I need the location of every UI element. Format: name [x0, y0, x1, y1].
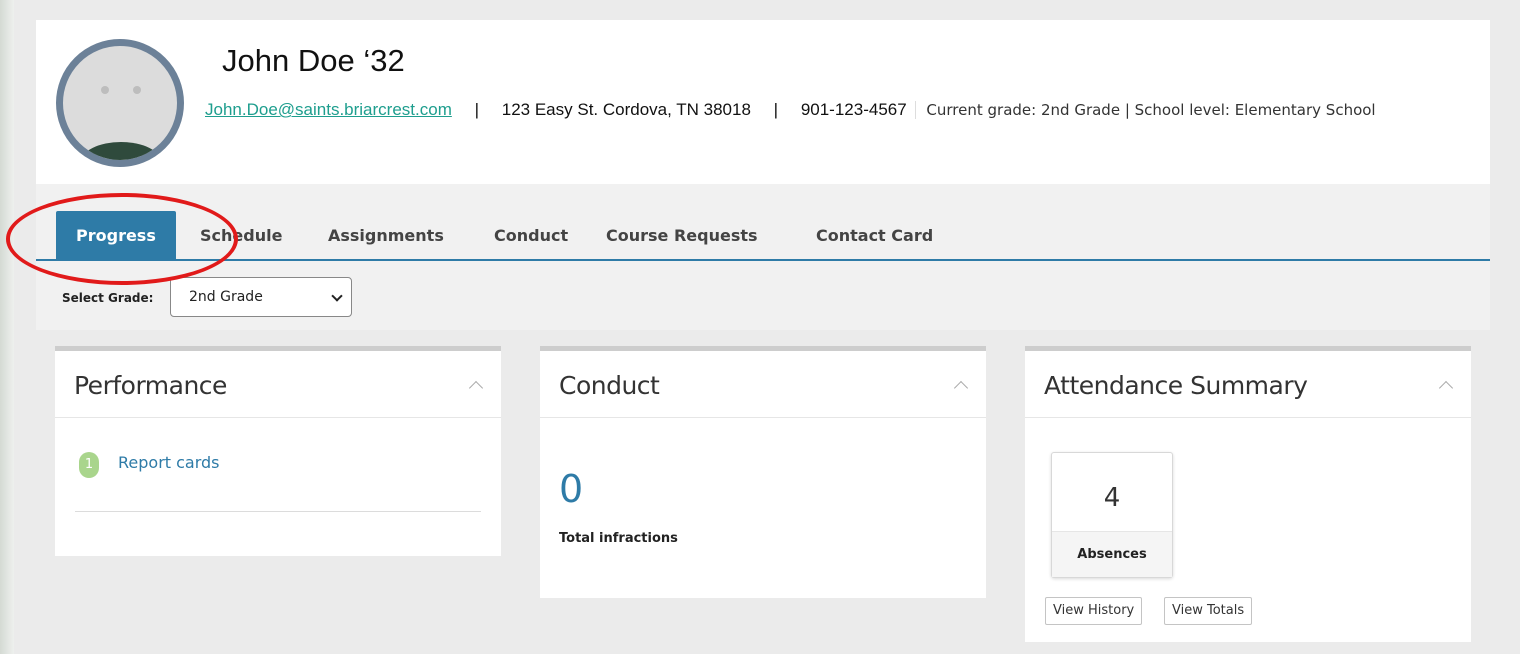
absences-count: 4: [1103, 483, 1121, 513]
separator: |: [773, 100, 779, 119]
tab-course-requests[interactable]: Course Requests: [606, 211, 758, 259]
background-edge: [0, 0, 14, 654]
tab-conduct[interactable]: Conduct: [494, 211, 568, 259]
chevron-up-icon[interactable]: [468, 380, 484, 396]
grade-info: Current grade: 2nd Grade | School level:…: [915, 101, 1376, 119]
email-link[interactable]: John.Doe@saints.briarcrest.com: [205, 100, 452, 119]
phone-text: 901-123-4567: [800, 100, 907, 119]
chevron-down-icon: [331, 290, 343, 302]
divider: [75, 511, 481, 512]
attendance-title: Attendance Summary: [1044, 371, 1308, 400]
select-grade-label: Select Grade:: [62, 291, 154, 305]
view-totals-button[interactable]: View Totals: [1164, 597, 1253, 625]
tab-progress[interactable]: Progress: [56, 211, 176, 259]
performance-card: Performance 1 Report cards: [55, 346, 501, 556]
infraction-count[interactable]: 0: [559, 467, 583, 511]
conduct-card: Conduct 0 Total infractions: [540, 346, 986, 598]
view-history-button[interactable]: View History: [1045, 597, 1143, 625]
divider: [55, 417, 501, 418]
student-header: John Doe ‘32 John.Doe@saints.briarcrest.…: [36, 20, 1490, 184]
conduct-title: Conduct: [559, 371, 660, 400]
absences-tile[interactable]: 4 Absences: [1051, 452, 1173, 578]
address-text: 123 Easy St. Cordova, TN 38018: [501, 100, 751, 119]
absences-label: Absences: [1052, 531, 1172, 577]
tab-assignments[interactable]: Assignments: [328, 211, 444, 259]
student-name: John Doe ‘32: [222, 43, 405, 78]
infraction-label: Total infractions: [559, 531, 678, 546]
attendance-card: Attendance Summary 4 Absences View Histo…: [1025, 346, 1471, 642]
tab-contact-card[interactable]: Contact Card: [816, 211, 933, 259]
tab-schedule[interactable]: Schedule: [200, 211, 282, 259]
avatar: [56, 39, 184, 167]
avatar-shirt: [81, 142, 161, 160]
tab-panel: Progress Schedule Assignments Conduct Co…: [36, 184, 1490, 330]
chevron-up-icon[interactable]: [1438, 380, 1454, 396]
grade-select[interactable]: 2nd Grade: [170, 277, 352, 317]
separator: |: [474, 100, 480, 119]
grade-select-value: 2nd Grade: [189, 289, 263, 305]
contact-line: John.Doe@saints.briarcrest.com | 123 Eas…: [205, 92, 1485, 128]
divider: [540, 417, 986, 418]
avatar-eye-icon: [101, 86, 109, 94]
report-cards-link[interactable]: Report cards: [118, 453, 220, 472]
performance-title: Performance: [74, 371, 227, 400]
avatar-eye-icon: [133, 86, 141, 94]
report-count-badge: 1: [79, 452, 99, 478]
tab-bar: Progress Schedule Assignments Conduct Co…: [36, 211, 1490, 261]
chevron-up-icon[interactable]: [953, 380, 969, 396]
divider: [1025, 417, 1471, 418]
